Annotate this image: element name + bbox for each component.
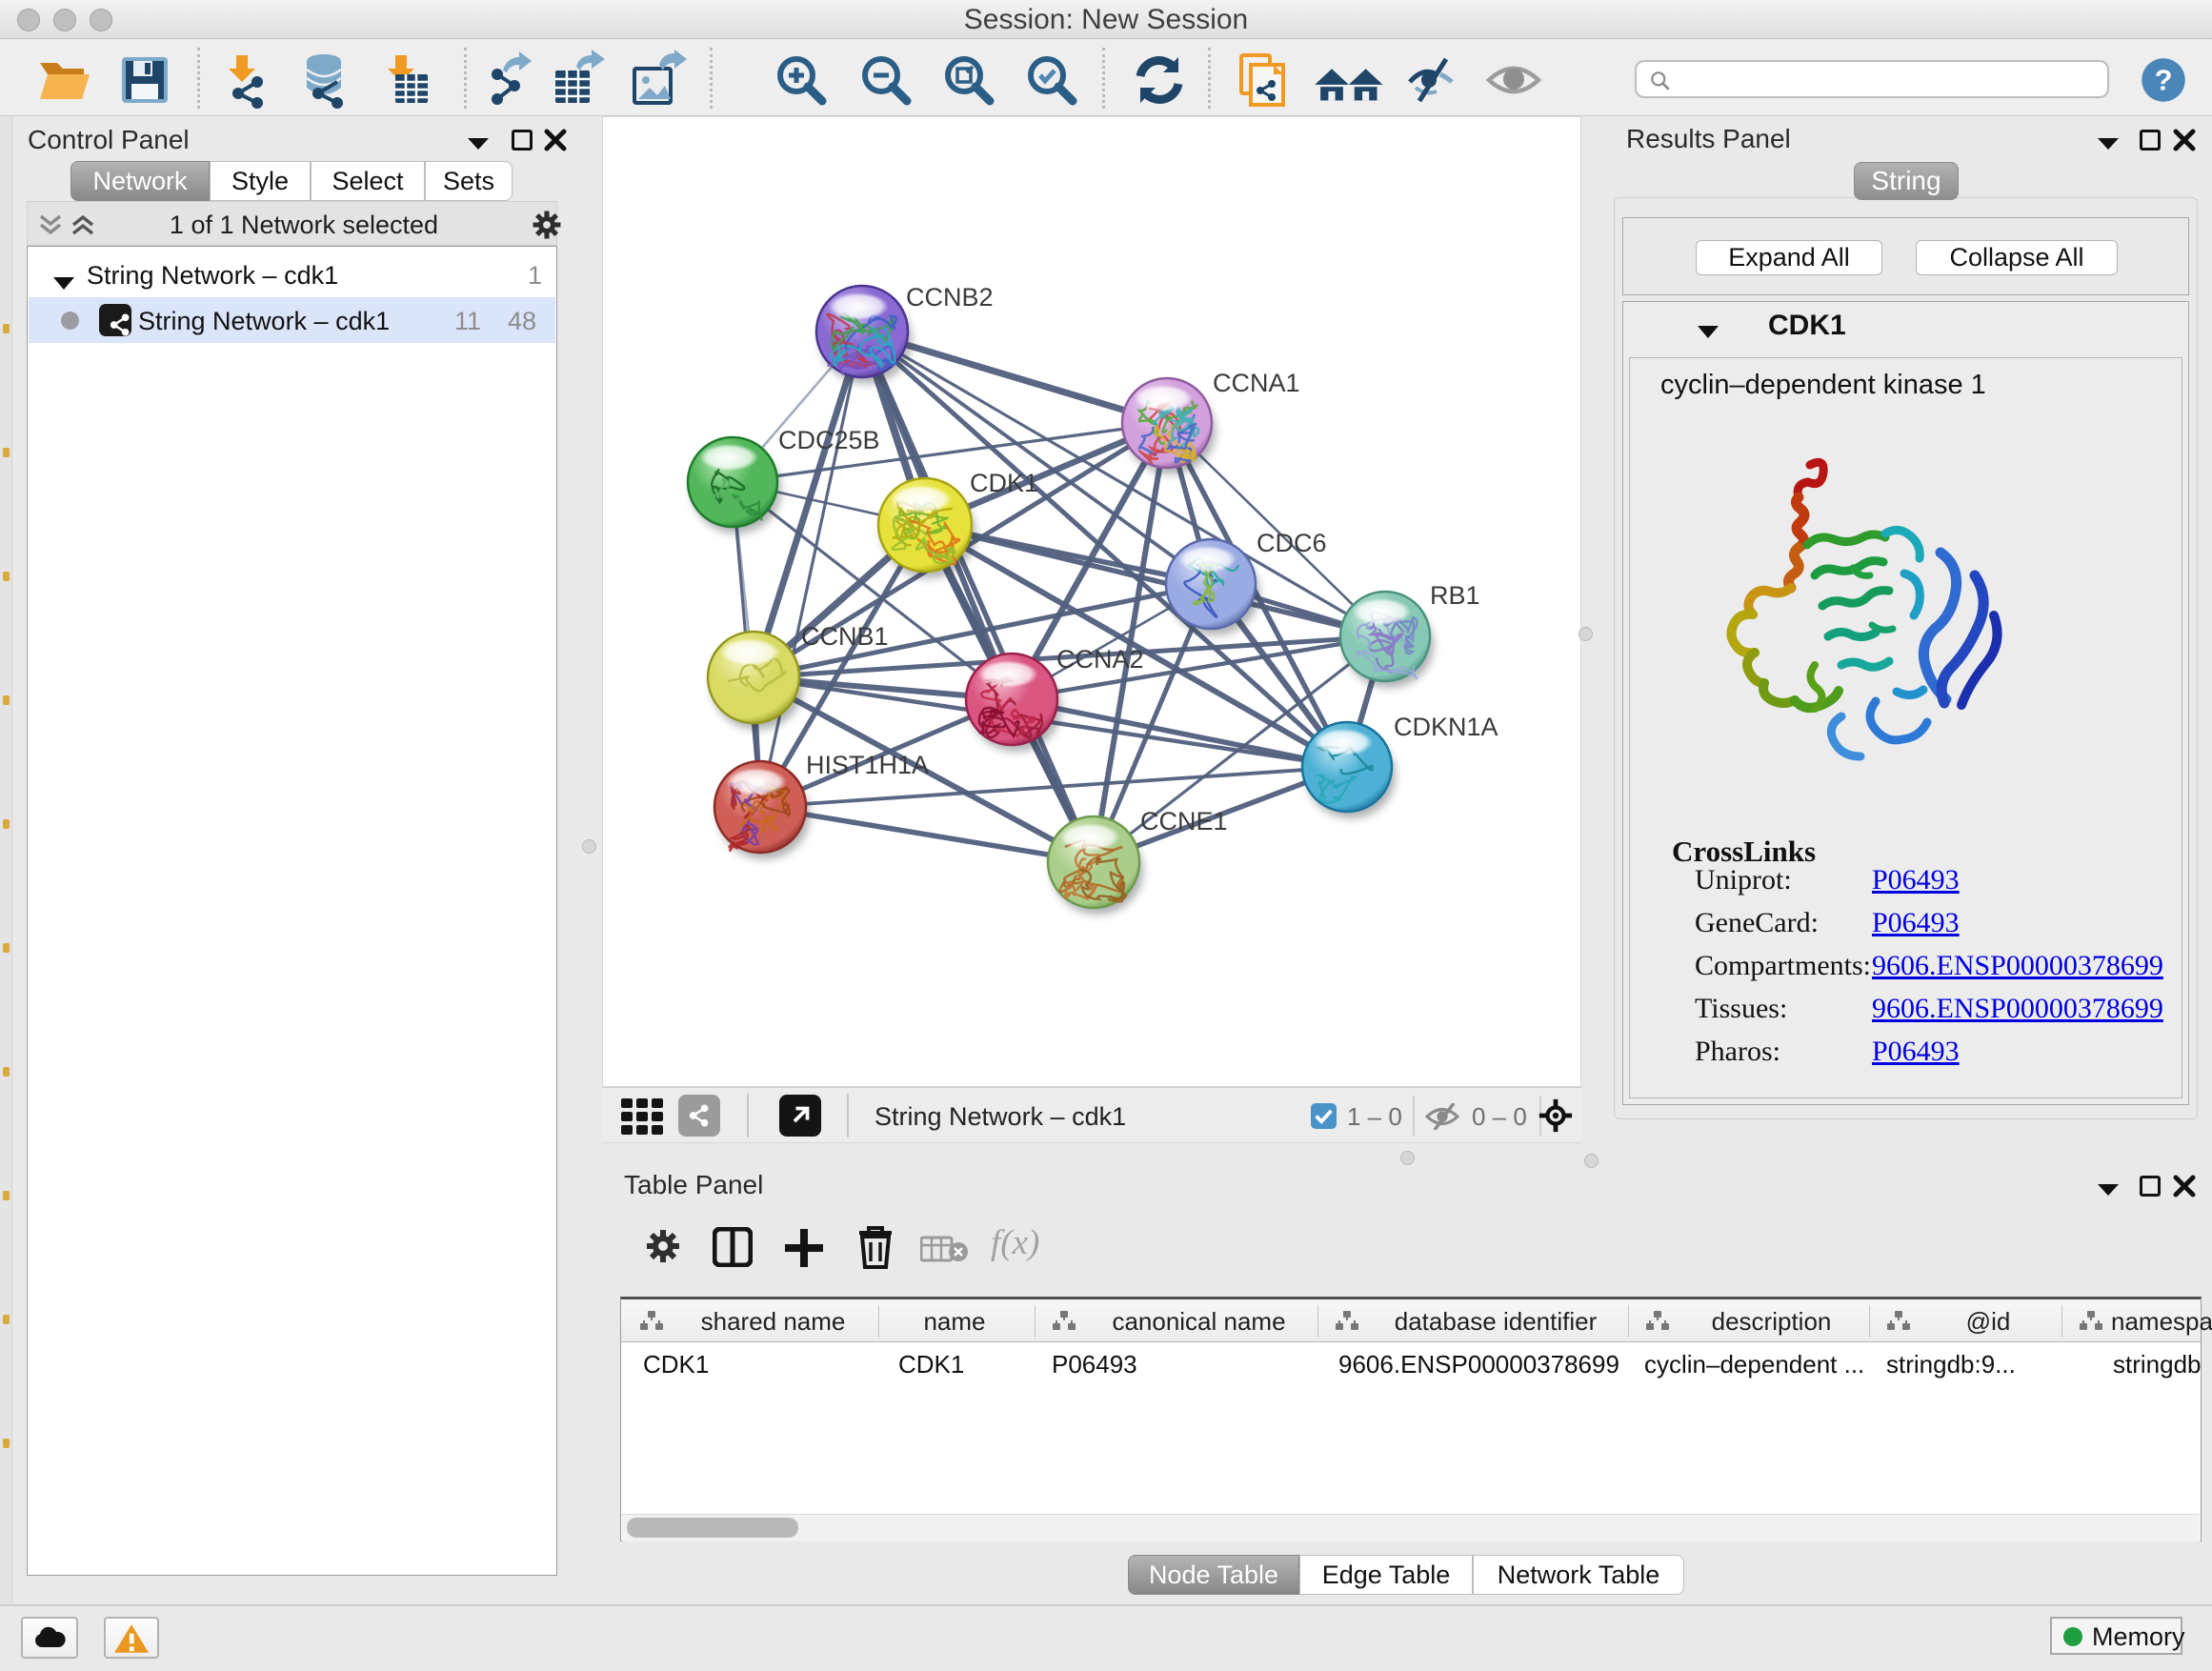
svg-text:RB1: RB1 (1430, 581, 1480, 610)
svg-text:CCNB1: CCNB1 (801, 622, 889, 651)
svg-text:CDC25B: CDC25B (778, 426, 880, 454)
svg-text:CCNA2: CCNA2 (1056, 645, 1144, 674)
svg-text:CDKN1A: CDKN1A (1394, 713, 1498, 741)
svg-text:CCNE1: CCNE1 (1140, 807, 1228, 836)
svg-text:CCNA1: CCNA1 (1213, 369, 1300, 397)
svg-text:HIST1H1A: HIST1H1A (806, 751, 929, 779)
svg-text:CCNB2: CCNB2 (906, 283, 994, 312)
svg-text:CDK1: CDK1 (970, 469, 1038, 497)
svg-text:CDC6: CDC6 (1257, 529, 1327, 557)
svg-text:?: ? (2155, 64, 2173, 97)
